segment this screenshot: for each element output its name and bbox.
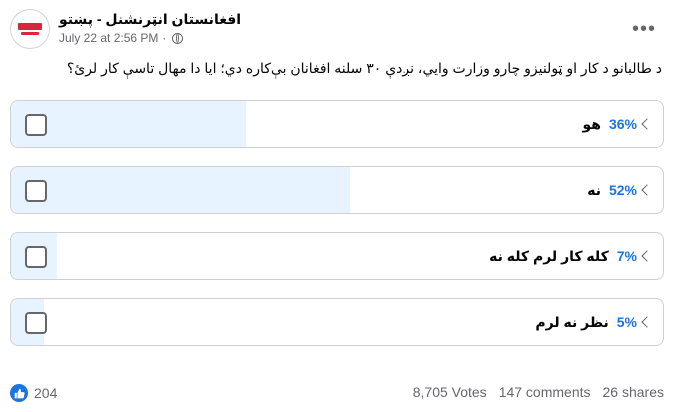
poll-option-info: هو 36% [582, 101, 653, 147]
poll-option-info: کله کار لرم کله نه 7% [489, 233, 653, 279]
poll-option[interactable]: هو 36% [10, 100, 664, 148]
post-footer: 204 8,705 Votes 147 comments 26 shares [10, 384, 664, 404]
poll-question: د طالبانو د کار او ټولنيزو چارو وزارت وا… [66, 60, 662, 76]
page-logo-icon [16, 15, 44, 43]
post-stats: 8,705 Votes 147 comments 26 shares [413, 384, 664, 400]
chevron-right-icon[interactable] [641, 118, 653, 130]
reactions-summary[interactable]: 204 [10, 384, 57, 402]
post-timestamp-link[interactable]: July 22 at 2:56 PM [59, 31, 158, 45]
more-options-button[interactable]: ••• [628, 13, 660, 45]
thumbs-up-icon [10, 384, 28, 402]
poll-option[interactable]: نظر نه لرم 5% [10, 298, 664, 346]
poll-option-info: نظر نه لرم 5% [535, 299, 653, 345]
poll-option-checkbox[interactable] [25, 312, 47, 334]
globe-icon [172, 32, 184, 44]
page-name-link[interactable]: افغانستان انټرنشنل - پښتو [59, 11, 241, 28]
poll-option-label: نظر نه لرم [535, 313, 609, 330]
votes-count[interactable]: 8,705 Votes [413, 384, 487, 400]
poll-option-checkbox[interactable] [25, 246, 47, 268]
poll-option-label: کله کار لرم کله نه [489, 247, 609, 264]
post-meta: July 22 at 2:56 PM · [59, 31, 184, 45]
shares-count[interactable]: 26 shares [603, 384, 664, 400]
poll-option-checkbox[interactable] [25, 114, 47, 136]
poll-option-label: هو [582, 115, 601, 132]
chevron-right-icon[interactable] [641, 316, 653, 328]
page-avatar[interactable] [10, 9, 50, 49]
poll-result-bar [11, 167, 351, 213]
chevron-right-icon[interactable] [641, 184, 653, 196]
comments-count[interactable]: 147 comments [499, 384, 591, 400]
more-options-icon: ••• [631, 18, 656, 40]
poll-option[interactable]: نه 52% [10, 166, 664, 214]
chevron-right-icon[interactable] [641, 250, 653, 262]
poll-option-info: نه 52% [587, 167, 653, 213]
poll-option-percent: 5% [616, 314, 637, 330]
poll-option-checkbox[interactable] [25, 180, 47, 202]
poll-option-label: نه [587, 181, 601, 198]
post-header: افغانستان انټرنشنل - پښتو July 22 at 2:5… [10, 9, 660, 51]
poll-option[interactable]: کله کار لرم کله نه 7% [10, 232, 664, 280]
poll-option-percent: 52% [608, 182, 637, 198]
poll-option-percent: 7% [616, 248, 637, 264]
poll-option-percent: 36% [608, 116, 637, 132]
meta-separator: · [162, 31, 167, 45]
reaction-count: 204 [34, 385, 58, 401]
